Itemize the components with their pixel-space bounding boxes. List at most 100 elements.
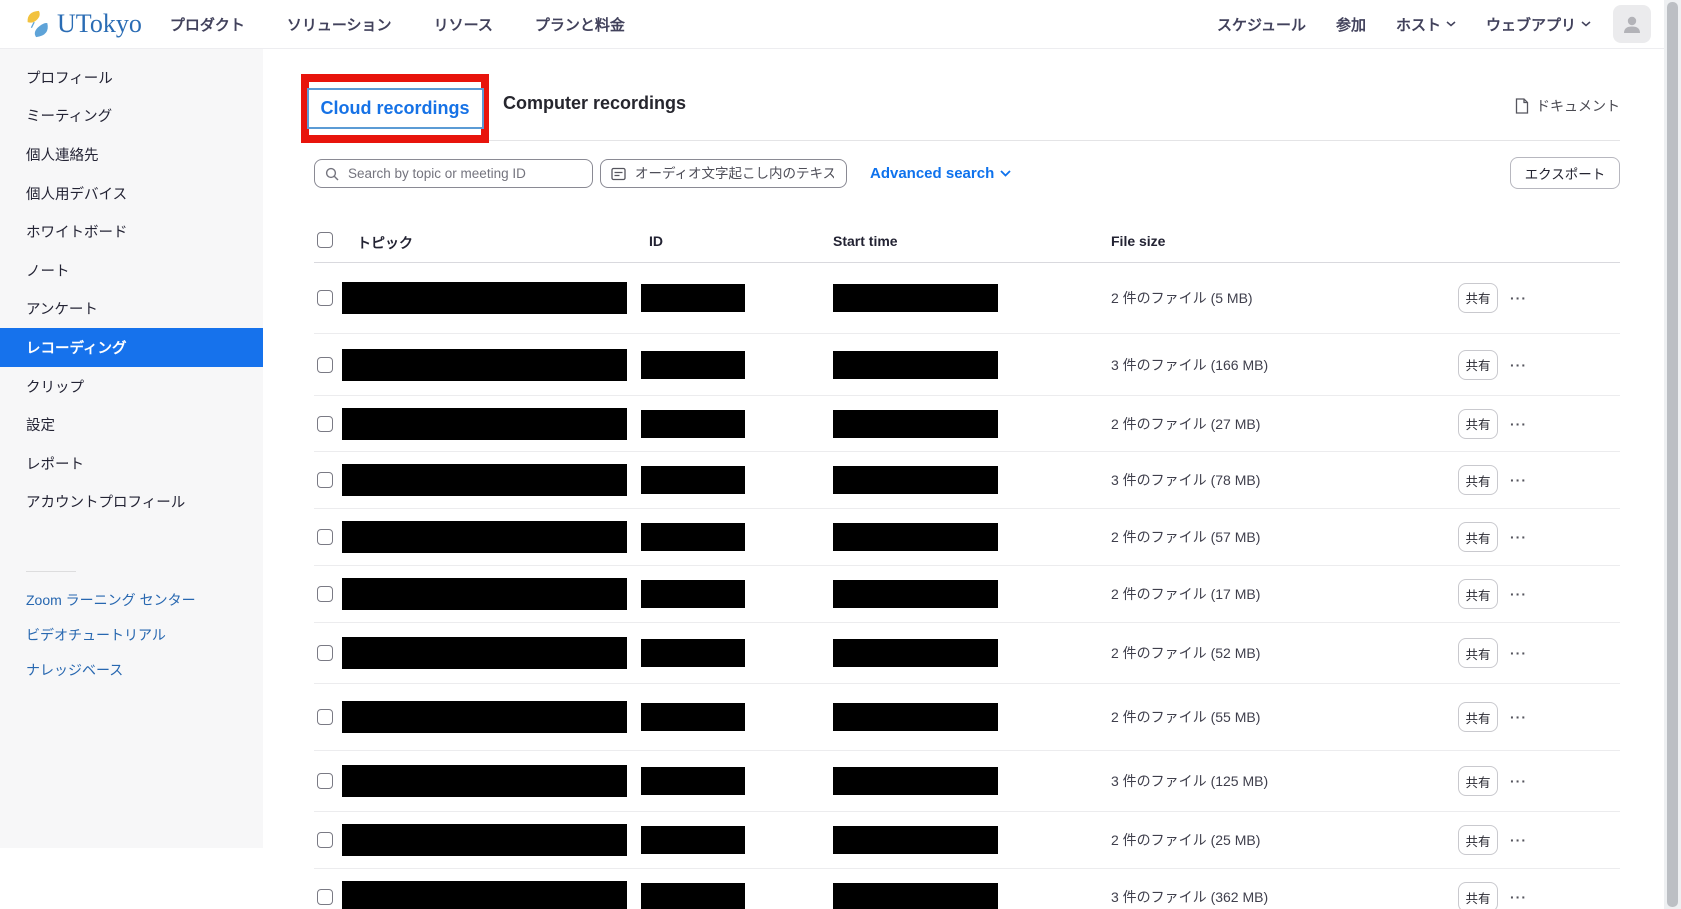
- redacted-start-time: [833, 826, 998, 854]
- row-checkbox[interactable]: [317, 709, 333, 725]
- sidebar-item-10[interactable]: レポート: [0, 444, 263, 483]
- share-button[interactable]: 共有: [1458, 766, 1498, 796]
- select-all-checkbox[interactable]: [317, 232, 333, 248]
- sidebar-footer-link-0[interactable]: Zoom ラーニング センター: [0, 582, 263, 617]
- file-size-text: 2 件のファイル (5 MB): [1111, 288, 1253, 308]
- share-button[interactable]: 共有: [1458, 882, 1498, 909]
- redacted-start-time: [833, 351, 998, 379]
- export-button[interactable]: エクスポート: [1510, 157, 1620, 189]
- sidebar-item-3[interactable]: 個人用デバイス: [0, 174, 263, 213]
- topbar-action-3[interactable]: ウェブアプリ: [1486, 14, 1591, 35]
- redacted-start-time: [833, 639, 998, 667]
- chevron-down-icon: [1000, 170, 1011, 177]
- sidebar-footer-links: Zoom ラーニング センタービデオチュートリアルナレッジベース: [0, 582, 263, 687]
- redacted-topic[interactable]: [342, 464, 627, 496]
- sidebar-item-7-active[interactable]: レコーディング: [0, 328, 263, 367]
- more-options-button[interactable]: ···: [1510, 586, 1527, 602]
- share-button[interactable]: 共有: [1458, 579, 1498, 609]
- more-options-button[interactable]: ···: [1510, 357, 1527, 373]
- sidebar-footer-link-2[interactable]: ナレッジベース: [0, 652, 263, 687]
- redacted-topic[interactable]: [342, 881, 627, 909]
- share-button[interactable]: 共有: [1458, 522, 1498, 552]
- redacted-topic[interactable]: [342, 282, 627, 314]
- more-options-button[interactable]: ···: [1510, 529, 1527, 545]
- topbar-action-2[interactable]: ホスト: [1396, 14, 1456, 35]
- row-checkbox[interactable]: [317, 889, 333, 905]
- more-options-button[interactable]: ···: [1510, 645, 1527, 661]
- share-button[interactable]: 共有: [1458, 638, 1498, 668]
- row-checkbox[interactable]: [317, 357, 333, 373]
- sidebar-item-4[interactable]: ホワイトボード: [0, 212, 263, 251]
- file-size-text: 2 件のファイル (52 MB): [1111, 643, 1260, 663]
- row-checkbox[interactable]: [317, 832, 333, 848]
- sidebar-item-6[interactable]: アンケート: [0, 290, 263, 329]
- topbar-action-1[interactable]: 参加: [1336, 14, 1366, 35]
- nav-item-3[interactable]: プランと料金: [535, 14, 625, 35]
- redacted-topic[interactable]: [342, 765, 627, 797]
- recording-table-row: 2 件のファイル (55 MB) 共有 ···: [314, 684, 1620, 751]
- share-button[interactable]: 共有: [1458, 283, 1498, 313]
- share-button[interactable]: 共有: [1458, 350, 1498, 380]
- documentation-link[interactable]: ドキュメント: [1515, 96, 1620, 116]
- redacted-topic[interactable]: [342, 408, 627, 440]
- sidebar-item-11[interactable]: アカウントプロフィール: [0, 483, 263, 522]
- redacted-topic[interactable]: [342, 701, 627, 733]
- redacted-meeting-id: [641, 826, 745, 854]
- row-checkbox[interactable]: [317, 529, 333, 545]
- tab-computer-recordings[interactable]: Computer recordings: [503, 93, 686, 114]
- nav-item-0[interactable]: プロダクト: [170, 14, 245, 35]
- sidebar-footer-link-1[interactable]: ビデオチュートリアル: [0, 617, 263, 652]
- advanced-search-toggle[interactable]: Advanced search: [870, 159, 1011, 188]
- more-options-button[interactable]: ···: [1510, 889, 1527, 905]
- share-button[interactable]: 共有: [1458, 702, 1498, 732]
- recording-table-row: 3 件のファイル (125 MB) 共有 ···: [314, 751, 1620, 812]
- more-options-button[interactable]: ···: [1510, 773, 1527, 789]
- more-options-button[interactable]: ···: [1510, 472, 1527, 488]
- redacted-topic[interactable]: [342, 521, 627, 553]
- share-button[interactable]: 共有: [1458, 825, 1498, 855]
- more-options-button[interactable]: ···: [1510, 709, 1527, 725]
- row-checkbox[interactable]: [317, 773, 333, 789]
- recording-table-row: 2 件のファイル (5 MB) 共有 ···: [314, 262, 1620, 334]
- file-size-text: 3 件のファイル (166 MB): [1111, 355, 1268, 375]
- row-checkbox[interactable]: [317, 645, 333, 661]
- nav-item-2[interactable]: リソース: [434, 14, 493, 35]
- share-button[interactable]: 共有: [1458, 409, 1498, 439]
- row-checkbox[interactable]: [317, 290, 333, 306]
- utokyo-logo[interactable]: UTokyo: [22, 8, 142, 40]
- sidebar-item-2[interactable]: 個人連絡先: [0, 135, 263, 174]
- nav-item-1[interactable]: ソリューション: [287, 14, 392, 35]
- share-button[interactable]: 共有: [1458, 465, 1498, 495]
- more-options-button[interactable]: ···: [1510, 416, 1527, 432]
- redacted-start-time: [833, 523, 998, 551]
- row-checkbox[interactable]: [317, 586, 333, 602]
- more-options-button[interactable]: ···: [1510, 832, 1527, 848]
- redacted-topic[interactable]: [342, 637, 627, 669]
- scrollbar-thumb[interactable]: [1667, 2, 1678, 907]
- top-navigation-bar: UTokyo プロダクト ソリューション リソース プランと料金 スケジュール 参加 ホス…: [0, 0, 1681, 49]
- sidebar-item-5[interactable]: ノート: [0, 251, 263, 290]
- row-checkbox[interactable]: [317, 416, 333, 432]
- column-header-file-size: File size: [1111, 233, 1165, 249]
- person-icon: [1620, 12, 1644, 36]
- topbar-action-label: ウェブアプリ: [1486, 14, 1576, 35]
- redacted-topic[interactable]: [342, 824, 627, 856]
- row-checkbox[interactable]: [317, 472, 333, 488]
- topbar-action-0[interactable]: スケジュール: [1217, 14, 1306, 35]
- sidebar-item-9[interactable]: 設定: [0, 405, 263, 444]
- sidebar-item-0[interactable]: プロフィール: [0, 58, 263, 97]
- search-topic-input[interactable]: [346, 165, 582, 182]
- tab-cloud-recordings[interactable]: Cloud recordings: [307, 88, 484, 129]
- file-size-text: 2 件のファイル (17 MB): [1111, 584, 1260, 604]
- tab-cloud-recordings-label: Cloud recordings: [321, 98, 470, 118]
- user-avatar[interactable]: [1613, 5, 1651, 43]
- more-options-button[interactable]: ···: [1510, 290, 1527, 306]
- sidebar-item-1[interactable]: ミーティング: [0, 97, 263, 136]
- redacted-topic[interactable]: [342, 578, 627, 610]
- advanced-search-label: Advanced search: [870, 165, 994, 182]
- page-scrollbar[interactable]: [1664, 0, 1681, 909]
- search-transcript-input[interactable]: [633, 165, 836, 182]
- redacted-topic[interactable]: [342, 349, 627, 381]
- redacted-meeting-id: [641, 767, 745, 795]
- sidebar-item-8[interactable]: クリップ: [0, 367, 263, 406]
